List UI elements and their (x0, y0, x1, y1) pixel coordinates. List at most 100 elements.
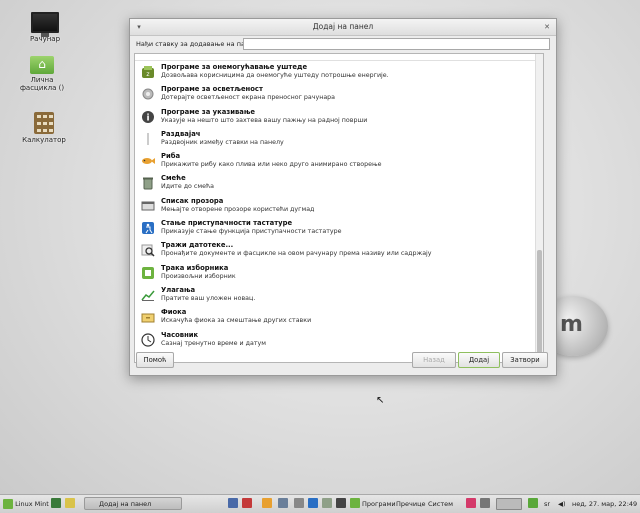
power-inhibit-icon: z (142, 66, 154, 78)
update-manager-icon[interactable] (528, 498, 538, 508)
menu-system[interactable]: Систем (428, 498, 453, 510)
list-item[interactable]: Стање приступачности тастатуре Приказује… (135, 217, 543, 239)
list-item-desc: Мењајте отворене прозоре користећи дугма… (161, 205, 315, 213)
clock-text[interactable]: нед, 27. мар, 22:49 (572, 498, 637, 510)
list-item[interactable]: i Програме за указивање Указује на нешто… (135, 106, 543, 128)
list-item-title: Раздвајач (161, 129, 201, 138)
list-item-desc: Прикажите рибу како плива или неко друго… (161, 161, 382, 169)
list-item-title: Смеће (161, 174, 186, 183)
list-item-title: Списак прозора (161, 196, 224, 205)
svg-text:i: i (146, 113, 149, 123)
launcher-icon[interactable] (466, 498, 476, 508)
svg-text:z: z (146, 71, 149, 78)
volume-icon[interactable]: ◀) (558, 498, 566, 510)
menu-bar-icon[interactable] (350, 498, 360, 508)
clock-icon[interactable] (336, 498, 346, 508)
desktop-icon-computer[interactable]: Рачунар (15, 12, 75, 43)
dialog-title: Додај на панел (312, 22, 374, 31)
list-scrollbar[interactable] (535, 54, 543, 362)
back-button[interactable]: Назад (412, 352, 456, 368)
list-item[interactable]: Улагања Пратите ваш уложен новац. (135, 284, 543, 306)
drawer-icon (141, 313, 155, 323)
add-button[interactable]: Додај (458, 352, 500, 368)
list-item[interactable]: Трака изборника Произвољни изборник (135, 262, 543, 284)
taskbar-window-title: Додај на панел (99, 500, 152, 508)
list-item[interactable]: Фиока Искачућа фиока за смештање других … (135, 306, 543, 328)
menu-places[interactable]: Пречице (396, 498, 426, 510)
list-item-title: Часовник (161, 330, 199, 339)
list-item[interactable]: z Програме за онемогућавање уштеде Дозво… (135, 61, 543, 83)
clock-icon (141, 332, 155, 347)
help-button[interactable]: Помоћ (136, 352, 174, 368)
window-menu-icon[interactable]: ▾ (134, 22, 144, 32)
search-files-icon (141, 244, 155, 257)
accessibility-icon (142, 222, 154, 235)
list-item-desc: Указује на нешто што захтева вашу пажњу … (161, 116, 368, 124)
desktop-icon-label: Лична фасцикла () (19, 76, 65, 92)
search-label: Нађи ставку за додавање на панел: (136, 40, 260, 48)
launcher-icon[interactable] (480, 498, 490, 508)
fish-icon (142, 158, 155, 165)
menu-bar-icon (142, 266, 154, 279)
mouse-pointer-icon: ↖ (376, 395, 385, 406)
list-item[interactable]: Раздвајач Раздвојник између ставки на па… (135, 128, 543, 150)
list-item[interactable]: Списак прозора Мењајте отворене прозоре … (135, 195, 543, 217)
investments-icon (141, 290, 155, 301)
add-to-panel-dialog: ▾ Додај на панел ✕ Нађи ставку за додава… (129, 18, 557, 376)
computer-icon (31, 12, 59, 37)
separator-icon (147, 132, 149, 145)
list-item[interactable]: Програме за осветљеност Дотерајте осветљ… (135, 83, 543, 105)
list-item-title: Тражи датотеке... (161, 241, 234, 250)
trash-icon[interactable] (322, 498, 332, 508)
list-item-desc: Идите до смећа (161, 183, 214, 191)
scrollbar-thumb[interactable] (537, 250, 542, 360)
list-item-title: Стање приступачности тастатуре (161, 219, 293, 228)
fish-icon[interactable] (262, 498, 272, 508)
trash-icon (143, 177, 153, 190)
taskbar-window-button[interactable]: Додај на панел (84, 497, 182, 510)
applet-list[interactable]: z Програме за онемогућавање уштеде Дозво… (134, 53, 544, 363)
list-item-desc: Искачућа фиока за смештање других ставки (161, 317, 312, 325)
calculator-icon (34, 112, 54, 134)
launcher-icon[interactable] (294, 498, 304, 508)
list-item-title: Риба (161, 152, 181, 161)
info-icon: i (142, 110, 154, 123)
desktop-icon-home[interactable]: Лична фасцикла () (12, 56, 72, 92)
list-item-desc: Раздвојник између ставки на панелу (161, 138, 284, 146)
list-partial-row (135, 54, 543, 61)
search-input[interactable] (243, 38, 550, 50)
desktop-icon-label: Калкулатор (22, 136, 66, 144)
brightness-gear-icon (142, 88, 154, 100)
show-desktop-icon[interactable] (51, 498, 61, 508)
list-item[interactable]: Риба Прикажите рибу како плива или неко … (135, 150, 543, 172)
mint-menu-icon (3, 499, 13, 509)
list-item[interactable]: Часовник Сазнај тренутно време и датум (135, 329, 543, 351)
list-item-title: Програме за указивање (161, 107, 255, 116)
menu-programs[interactable]: Програми (362, 498, 396, 510)
list-item-title: Програме за осветљеност (161, 85, 263, 94)
file-manager-icon[interactable] (65, 498, 75, 508)
list-item-desc: Пратите ваш уложен новац. (161, 294, 256, 302)
close-button[interactable]: Затвори (502, 352, 548, 368)
home-folder-icon (30, 56, 54, 74)
list-item-title: Фиока (161, 308, 187, 317)
list-item-desc: Дотерајте осветљеност екрана преносног р… (161, 94, 336, 102)
launcher-icon[interactable] (278, 498, 288, 508)
launcher-icon[interactable] (228, 498, 238, 508)
list-item-title: Улагања (161, 285, 196, 294)
list-item-desc: Произвољни изборник (161, 272, 236, 280)
accessibility-icon[interactable] (308, 498, 318, 508)
list-item-desc: Сазнај тренутно време и датум (161, 339, 267, 347)
window-list-icon (141, 201, 155, 211)
main-menu-label: Linux Mint (15, 500, 49, 508)
keyboard-layout-indicator[interactable]: sr (544, 498, 550, 510)
dialog-titlebar[interactable]: ▾ Додај на панел ✕ (130, 19, 556, 36)
desktop-icon-calculator[interactable]: Калкулатор (14, 112, 74, 144)
list-item[interactable]: Тражи датотеке... Пронађите документе и … (135, 239, 543, 261)
workspace-switcher[interactable] (496, 498, 522, 510)
close-icon[interactable]: ✕ (542, 22, 552, 32)
list-item[interactable]: Смеће Идите до смећа (135, 172, 543, 194)
list-item-title: Трака изборника (161, 263, 229, 272)
launcher-icon[interactable] (242, 498, 252, 508)
main-menu-button[interactable]: Linux Mint (3, 498, 49, 510)
